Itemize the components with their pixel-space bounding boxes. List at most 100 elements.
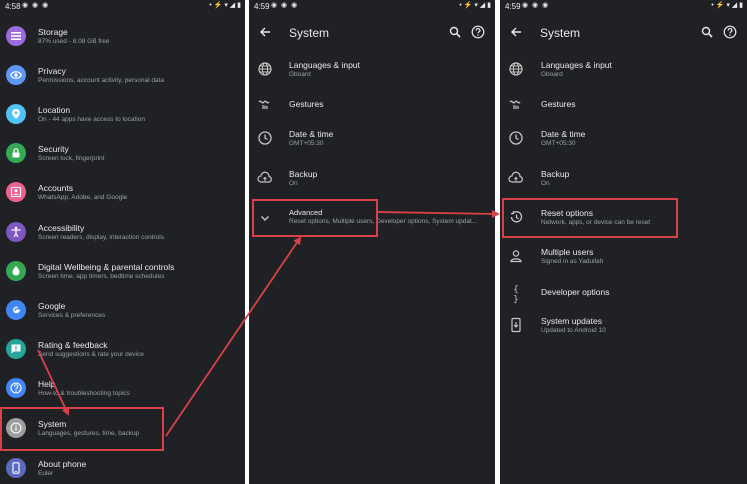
app-bar: System [249,18,495,48]
settings-item-storage[interactable]: Storage 87% used - 8.08 GB free [0,22,245,50]
status-time: 4:59 [505,2,521,11]
system-status-icons: • ⚡ ▾ ◢ ▮ [459,2,491,9]
system-item-title: Multiple users [541,247,594,257]
cloud-upload-icon [257,171,272,183]
settings-item-title: Google [38,301,66,311]
gestures-icon [258,100,270,109]
system-screen: 4:59 ◉ ◉ ◉ • ⚡ ▾ ◢ ▮ System Languages & … [249,0,495,484]
system-item-subtitle: Gboard [289,71,311,78]
settings-item-subtitle: How-to & troubleshooting topics [38,390,130,397]
system-item-multiple-users[interactable]: Multiple users Signed in as Yadullah [500,242,747,272]
system-item-subtitle: On [289,180,298,187]
settings-item-subtitle: Services & preferences [38,312,106,319]
settings-item-title: Privacy [38,66,66,76]
settings-item-security[interactable]: Security Screen lock, fingerprint [0,139,245,167]
system-item-title: Developer options [541,287,610,297]
google-icon [6,300,26,320]
system-update-icon [511,317,521,333]
system-item-title: Languages & input [289,60,360,70]
notification-icons: ◉ ◉ ◉ [522,2,550,9]
privacy-eye-icon [6,65,26,85]
system-item-title: Gestures [541,99,576,109]
help-icon [6,378,26,398]
highlight-box-system [0,407,164,451]
storage-icon [6,26,26,46]
accounts-icon [6,182,26,202]
settings-item-subtitle: Permissions, account activity, personal … [38,77,164,84]
system-status-icons: • ⚡ ▾ ◢ ▮ [209,2,241,9]
settings-item-digital-wellbeing[interactable]: Digital Wellbeing & parental controls Sc… [0,257,245,285]
code-braces-icon: { } [513,285,519,305]
settings-item-rating-feedback[interactable]: Rating & feedback Send suggestions & rat… [0,335,245,363]
globe-icon [509,62,523,76]
settings-item-subtitle: Euler [38,470,54,477]
system-item-backup[interactable]: Backup On [249,164,495,194]
accessibility-icon [6,222,26,242]
system-item-title: Date & time [541,129,586,139]
help-icon[interactable] [471,25,485,39]
system-item-languages[interactable]: Languages & input Gboard [500,54,747,84]
system-item-date-time[interactable]: Date & time GMT+05:30 [249,124,495,154]
system-advanced-screen: 4:59 ◉ ◉ ◉ • ⚡ ▾ ◢ ▮ System Languages & … [500,0,747,484]
system-item-subtitle: Signed in as Yadullah [541,258,604,265]
settings-item-subtitle: Screen time, app timers, bedtime schedul… [38,273,165,280]
system-item-date-time[interactable]: Date & time GMT+05:30 [500,124,747,154]
person-icon [510,250,522,263]
settings-item-title: Rating & feedback [38,340,108,350]
system-item-title: Languages & input [541,60,612,70]
settings-item-subtitle: Send suggestions & rate your device [38,351,144,358]
system-item-title: Gestures [289,99,324,109]
settings-item-accessibility[interactable]: Accessibility Screen readers, display, i… [0,218,245,246]
gestures-icon [509,100,521,109]
status-time: 4:59 [254,2,270,11]
lock-icon [6,143,26,163]
cloud-upload-icon [508,171,523,183]
app-bar: System [500,18,747,48]
globe-icon [258,62,272,76]
system-item-languages[interactable]: Languages & input Gboard [249,54,495,84]
system-item-subtitle: Gboard [541,71,563,78]
back-arrow-icon[interactable] [510,26,522,38]
system-item-backup[interactable]: Backup On [500,164,747,194]
system-item-system-updates[interactable]: System updates Updated to Android 10 [500,311,747,341]
help-icon[interactable] [723,25,737,39]
system-item-subtitle: GMT+05:30 [541,140,576,147]
settings-item-location[interactable]: Location On - 44 apps have access to loc… [0,100,245,128]
search-icon[interactable] [449,26,461,38]
settings-item-help[interactable]: Help How-to & troubleshooting topics [0,374,245,402]
highlight-box-advanced [252,199,378,237]
system-status-icons: • ⚡ ▾ ◢ ▮ [711,2,743,9]
settings-item-accounts[interactable]: Accounts WhatsApp, Adobe, and Google [0,178,245,206]
settings-item-title: Security [38,144,69,154]
search-icon[interactable] [701,26,713,38]
page-title: System [540,26,581,40]
settings-item-title: About phone [38,459,87,469]
system-item-title: Backup [541,169,570,179]
system-item-developer-options[interactable]: { } Developer options [500,282,747,305]
settings-item-title: Digital Wellbeing & parental controls [38,262,175,272]
settings-item-about-phone[interactable]: About phone Euler [0,454,245,482]
settings-item-subtitle: On - 44 apps have access to location [38,116,145,123]
settings-item-title: Storage [38,27,68,37]
back-arrow-icon[interactable] [259,26,271,38]
status-bar: 4:59 ◉ ◉ ◉ • ⚡ ▾ ◢ ▮ [500,0,747,13]
settings-item-google[interactable]: Google Services & preferences [0,296,245,324]
system-item-title: System updates [541,316,602,326]
status-time: 4:58 [5,2,21,11]
system-item-subtitle: On [541,180,550,187]
system-item-subtitle: GMT+05:30 [289,140,324,147]
system-item-subtitle: Updated to Android 10 [541,327,606,334]
system-item-gestures[interactable]: Gestures [500,93,747,115]
system-item-gestures[interactable]: Gestures [249,93,495,115]
settings-item-subtitle: Screen readers, display, interaction con… [38,234,164,241]
status-bar: 4:58 ◉ ◉ ◉ • ⚡ ▾ ◢ ▮ [0,0,245,13]
clock-icon [509,131,523,145]
settings-item-subtitle: Screen lock, fingerprint [38,155,105,162]
settings-item-subtitle: 87% used - 8.08 GB free [38,38,110,45]
feedback-icon [6,339,26,359]
settings-item-privacy[interactable]: Privacy Permissions, account activity, p… [0,61,245,89]
page-title: System [289,26,330,40]
clock-icon [258,131,272,145]
system-item-title: Backup [289,169,318,179]
settings-item-title: Accounts [38,183,73,193]
